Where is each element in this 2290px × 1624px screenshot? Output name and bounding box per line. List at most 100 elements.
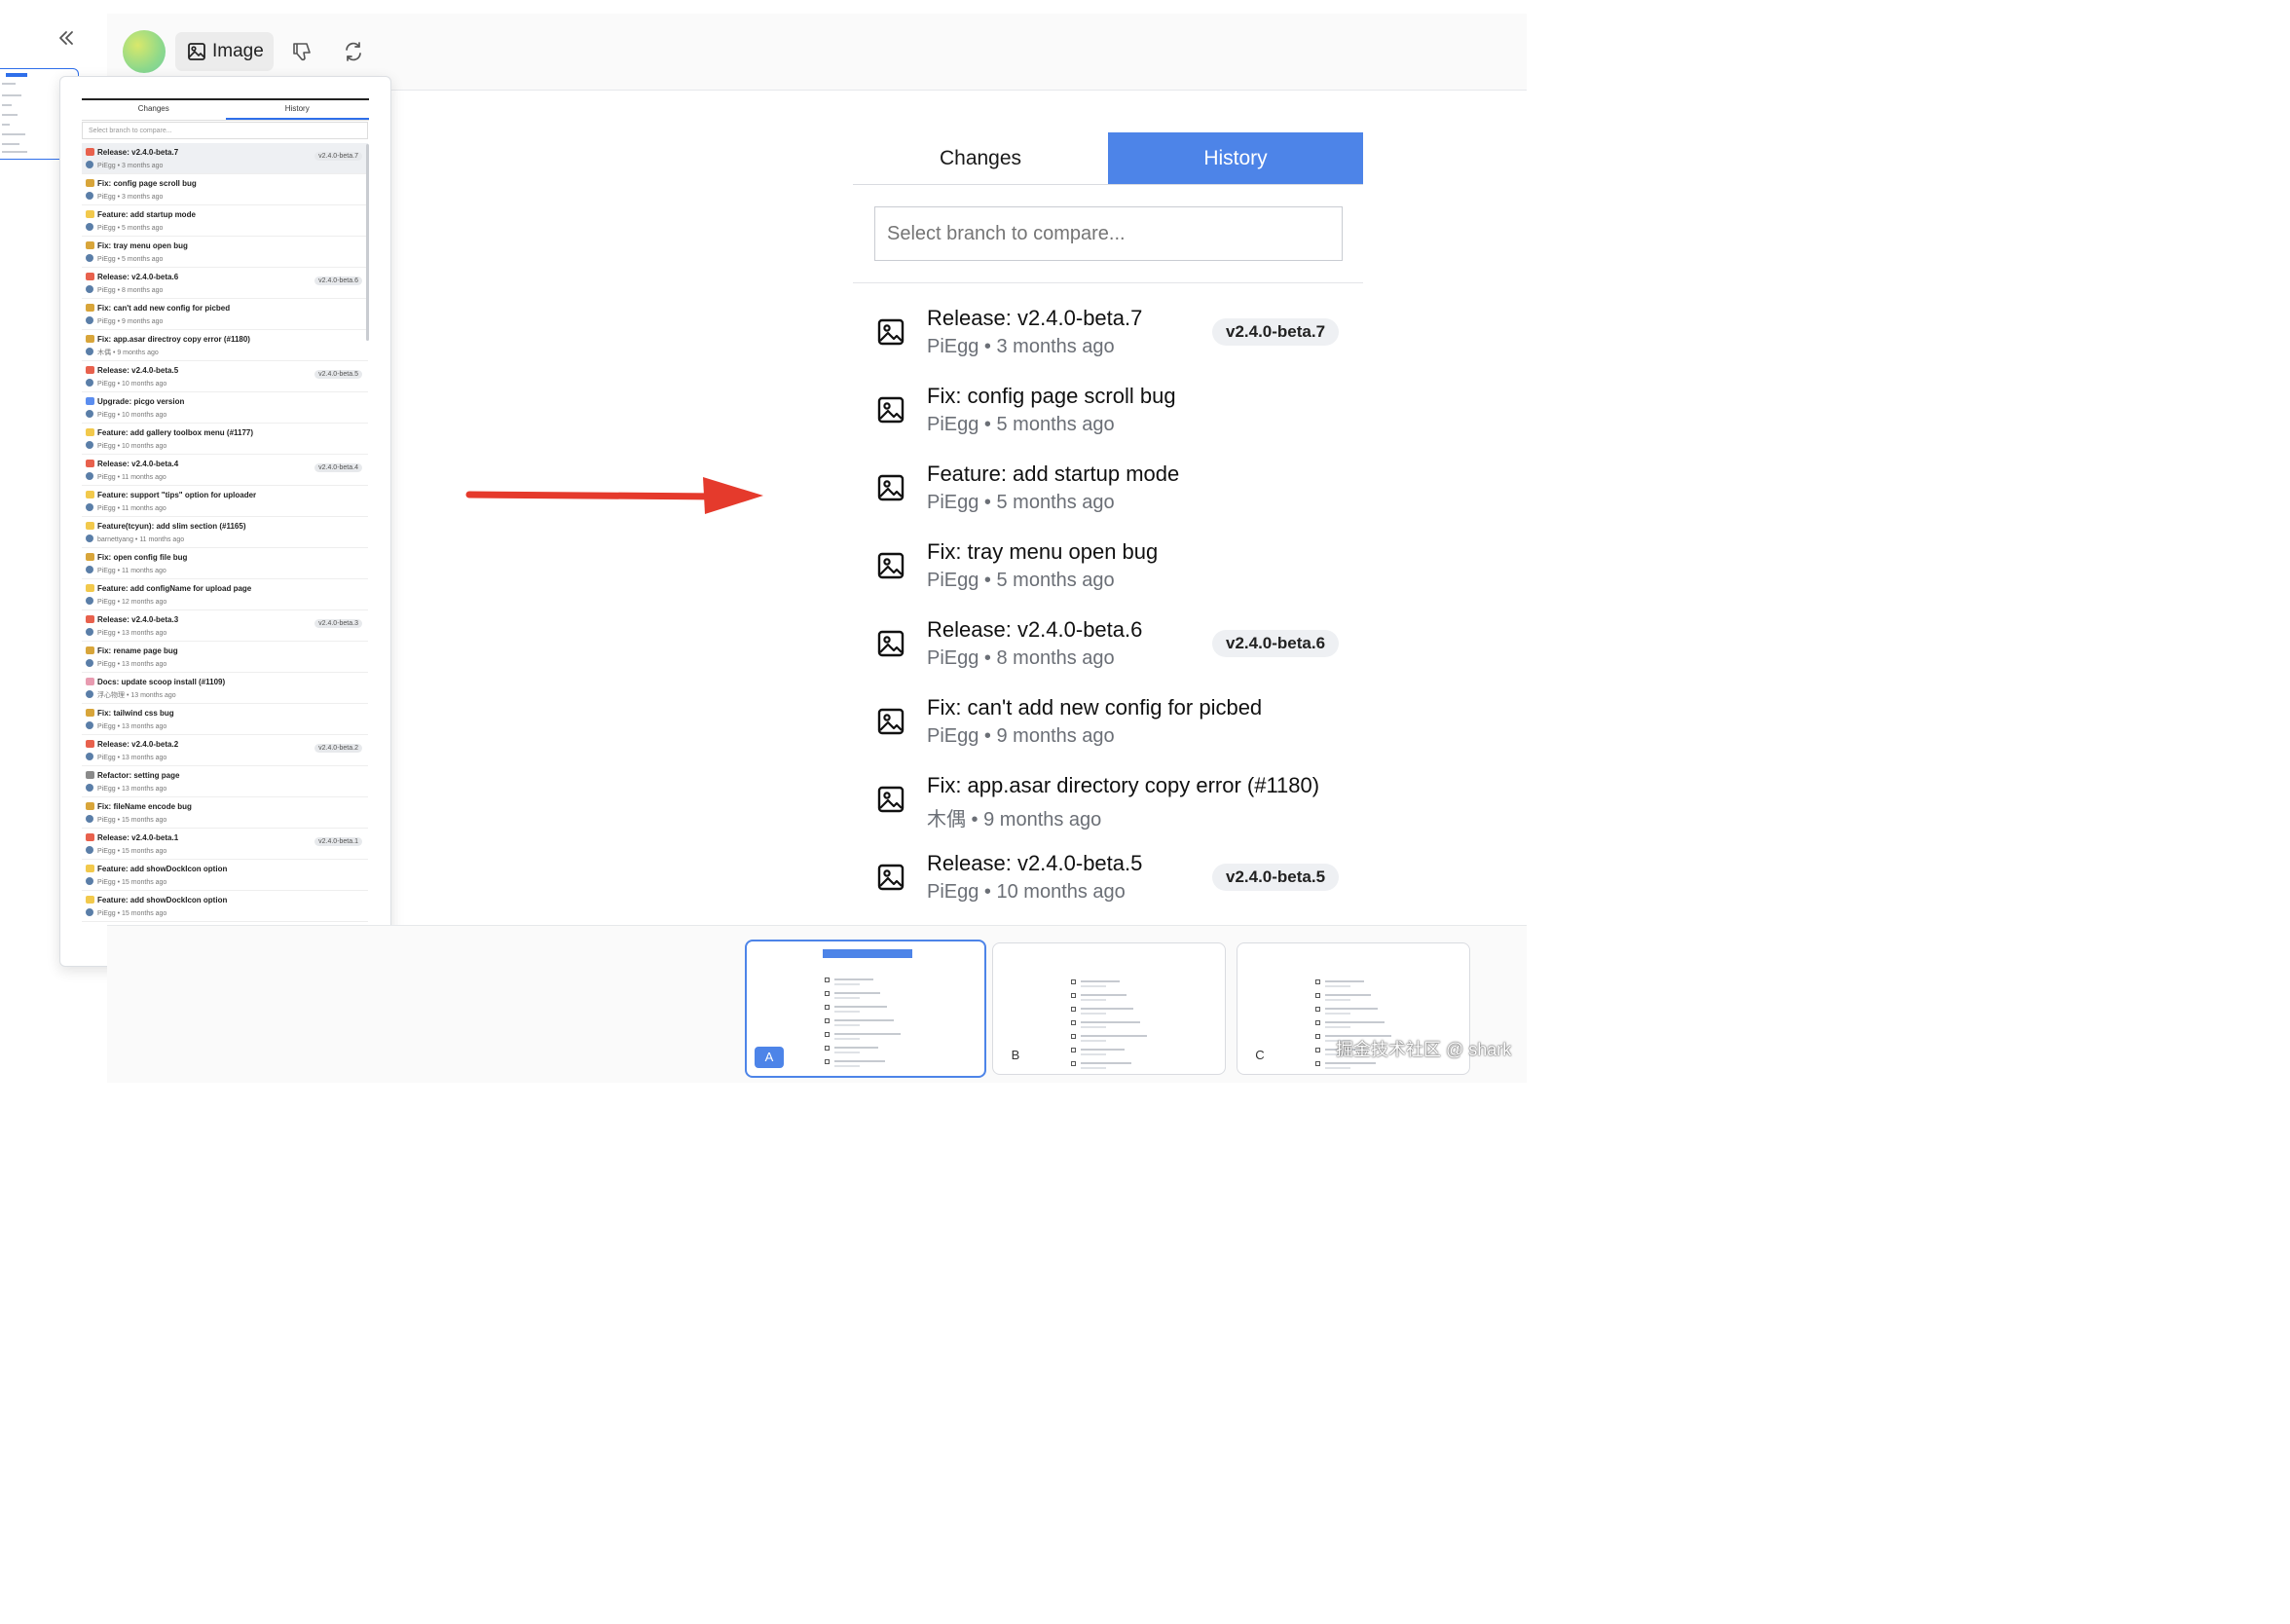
popup-commit-title-text: Release: v2.4.0-beta.7 bbox=[97, 148, 179, 157]
popup-commit-row[interactable]: Upgrade: picgo version PiEgg • 10 months … bbox=[82, 392, 368, 424]
commit-row[interactable]: Release: v2.4.0-beta.6 PiEgg • 8 months a… bbox=[853, 604, 1359, 682]
branch-compare-input[interactable] bbox=[874, 206, 1343, 261]
thumb-line bbox=[834, 1011, 860, 1013]
popup-commit-row[interactable]: Fix: fileName encode bug PiEgg • 15 month… bbox=[82, 797, 368, 829]
popup-commit-title-text: Release: v2.4.0-beta.6 bbox=[97, 273, 179, 281]
commit-emoji-icon bbox=[86, 740, 94, 748]
popup-commit-row[interactable]: Feature: support "tips" option for uploa… bbox=[82, 486, 368, 517]
popup-commit-row[interactable]: Release: v2.4.0-beta.5 PiEgg • 10 months … bbox=[82, 361, 368, 392]
commit-row[interactable]: Fix: app.asar directory copy error (#118… bbox=[853, 759, 1359, 837]
popup-commit-row[interactable]: Fix: tailwind css bug PiEgg • 13 months a… bbox=[82, 704, 368, 735]
popup-commit-row[interactable]: Fix: app.asar directroy copy error (#118… bbox=[82, 330, 368, 361]
commit-row[interactable]: Feature: add startup mode PiEgg • 5 month… bbox=[853, 448, 1359, 526]
popup-commit-row[interactable]: Fix: tray menu open bug PiEgg • 5 months … bbox=[82, 237, 368, 268]
popup-commit-row[interactable]: Docs: update scoop install (#1109) 浮心物理 •… bbox=[82, 673, 368, 704]
popup-commit-row[interactable]: Fix: open config file bug PiEgg • 11 mont… bbox=[82, 548, 368, 579]
popup-commit-row[interactable]: Feature: add showDockIcon option PiEgg • … bbox=[82, 860, 368, 891]
popup-commit-row[interactable]: Release: v2.4.0-beta.7 PiEgg • 3 months a… bbox=[82, 143, 368, 174]
popup-commit-meta-text: PiEgg • 15 months ago bbox=[97, 817, 167, 824]
thumb-line bbox=[1081, 999, 1106, 1001]
popup-commit-row[interactable]: Fix: can't add new config for picbed PiEg… bbox=[82, 299, 368, 330]
author-avatar bbox=[86, 192, 93, 200]
thumbs-down-icon[interactable] bbox=[291, 41, 313, 62]
variant-thumbnail[interactable]: A bbox=[745, 940, 986, 1078]
image-icon bbox=[876, 785, 905, 814]
thumb-icon bbox=[1071, 993, 1076, 998]
commit-row[interactable]: Fix: tray menu open bug PiEgg • 5 months … bbox=[853, 526, 1359, 604]
thumb-line bbox=[1325, 1008, 1378, 1010]
image-button-label: Image bbox=[212, 41, 264, 61]
popup-commit-meta: PiEgg • 10 months ago bbox=[86, 379, 166, 388]
popup-commit-meta-text: 木偶 • 9 months ago bbox=[97, 350, 159, 356]
tab-history[interactable]: History bbox=[1108, 132, 1363, 184]
commit-emoji-icon bbox=[86, 865, 94, 872]
popup-commit-row[interactable]: Release: v2.4.0-beta.6 PiEgg • 8 months a… bbox=[82, 268, 368, 299]
popup-scrollbar[interactable] bbox=[366, 144, 369, 341]
commit-emoji-icon bbox=[86, 802, 94, 810]
popup-commit-title: Feature: add showDockIcon option bbox=[86, 865, 227, 873]
popup-commit-title-text: Fix: tray menu open bug bbox=[97, 241, 188, 250]
refresh-icon[interactable] bbox=[343, 41, 364, 62]
popup-commit-row[interactable]: Release: v2.4.0-beta.4 PiEgg • 11 months … bbox=[82, 455, 368, 486]
commit-tag: v2.4.0-beta.7 bbox=[1212, 318, 1340, 346]
chevrons-left-icon[interactable] bbox=[55, 27, 78, 49]
commit-emoji-icon bbox=[86, 584, 94, 592]
popup-tab-changes[interactable]: Changes bbox=[82, 100, 226, 120]
author-avatar bbox=[86, 908, 93, 916]
popup-commit-row[interactable]: Refactor: setting page PiEgg • 13 months … bbox=[82, 766, 368, 797]
thumb-icon bbox=[825, 978, 830, 982]
thumb-line bbox=[834, 983, 860, 985]
popup-commit-meta: PiEgg • 13 months ago bbox=[86, 721, 166, 730]
popup-commit-title: Fix: app.asar directroy copy error (#118… bbox=[86, 335, 250, 344]
commit-row[interactable]: Fix: config page scroll bug PiEgg • 5 mon… bbox=[853, 370, 1359, 448]
popup-commit-row[interactable]: Feature: add gallery toolbox menu (#1177… bbox=[82, 424, 368, 455]
commit-meta: PiEgg • 8 months ago bbox=[927, 647, 1115, 669]
popup-commit-meta: PiEgg • 8 months ago bbox=[86, 285, 163, 294]
author-avatar bbox=[86, 846, 93, 854]
popup-tab-history[interactable]: History bbox=[225, 100, 369, 120]
popup-commit-title: Upgrade: picgo version bbox=[86, 397, 184, 406]
image-icon bbox=[876, 629, 905, 658]
thumb-icon bbox=[1315, 1034, 1320, 1039]
thumb-line bbox=[1081, 1013, 1106, 1015]
thumb-line bbox=[1081, 1008, 1133, 1010]
popup-commit-meta: PiEgg • 11 months ago bbox=[86, 472, 166, 481]
popup-commit-row[interactable]: Feature(tcyun): add slim section (#1165)… bbox=[82, 517, 368, 548]
commit-row[interactable]: Release: v2.4.0-beta.5 PiEgg • 10 months … bbox=[853, 837, 1359, 915]
commit-meta: PiEgg • 5 months ago bbox=[927, 414, 1115, 435]
thumb-line bbox=[834, 1006, 887, 1008]
popup-commit-meta-text: PiEgg • 3 months ago bbox=[97, 194, 164, 201]
commit-row[interactable]: Release: v2.4.0-beta.7 PiEgg • 3 months a… bbox=[853, 292, 1359, 370]
commit-emoji-icon bbox=[86, 615, 94, 623]
popup-commit-row[interactable]: Release: v2.4.0-beta.3 PiEgg • 13 months … bbox=[82, 610, 368, 642]
popup-commit-row[interactable]: Fix: config page scroll bug PiEgg • 3 mon… bbox=[82, 174, 368, 205]
commit-row[interactable]: Fix: can't add new config for picbed PiEg… bbox=[853, 682, 1359, 759]
variant-thumbnail[interactable]: B bbox=[992, 942, 1226, 1075]
thumb-line bbox=[834, 1033, 901, 1035]
popup-commit-row[interactable]: Feature: add startup mode PiEgg • 5 month… bbox=[82, 205, 368, 237]
tab-changes[interactable]: Changes bbox=[853, 132, 1108, 184]
author-avatar bbox=[86, 721, 93, 729]
popup-commit-row[interactable]: Release: v2.4.0-beta.1 PiEgg • 15 months … bbox=[82, 829, 368, 860]
thumb-icon bbox=[825, 1018, 830, 1023]
popup-commit-row[interactable]: Fix: rename page bug PiEgg • 13 months ag… bbox=[82, 642, 368, 673]
popup-commit-title: Feature: add gallery toolbox menu (#1177… bbox=[86, 428, 253, 437]
author-avatar bbox=[86, 379, 93, 387]
thumb-icon bbox=[825, 1005, 830, 1010]
popup-commit-meta-text: PiEgg • 8 months ago bbox=[97, 287, 164, 294]
image-button[interactable]: Image bbox=[175, 32, 274, 71]
popup-commit-row[interactable]: Feature: add showDockIcon option PiEgg • … bbox=[82, 891, 368, 922]
commit-emoji-icon bbox=[86, 241, 94, 249]
commit-emoji-icon bbox=[86, 646, 94, 654]
author-avatar bbox=[86, 472, 93, 480]
thumb-icon bbox=[1071, 979, 1076, 984]
commit-emoji-icon bbox=[86, 397, 94, 405]
popup-commit-row[interactable]: Release: v2.4.0-beta.2 PiEgg • 13 months … bbox=[82, 735, 368, 766]
thumb-line bbox=[1081, 994, 1127, 996]
popup-commit-title: Release: v2.4.0-beta.1 bbox=[86, 833, 178, 842]
popup-commit-row[interactable]: Feature: add configName for upload page P… bbox=[82, 579, 368, 610]
popup-commit-title-text: Fix: rename page bug bbox=[97, 646, 178, 655]
popup-branch-input[interactable]: Select branch to compare... bbox=[82, 122, 368, 139]
commit-title: Release: v2.4.0-beta.7 bbox=[927, 306, 1143, 330]
popup-commit-meta: PiEgg • 10 months ago bbox=[86, 441, 166, 450]
